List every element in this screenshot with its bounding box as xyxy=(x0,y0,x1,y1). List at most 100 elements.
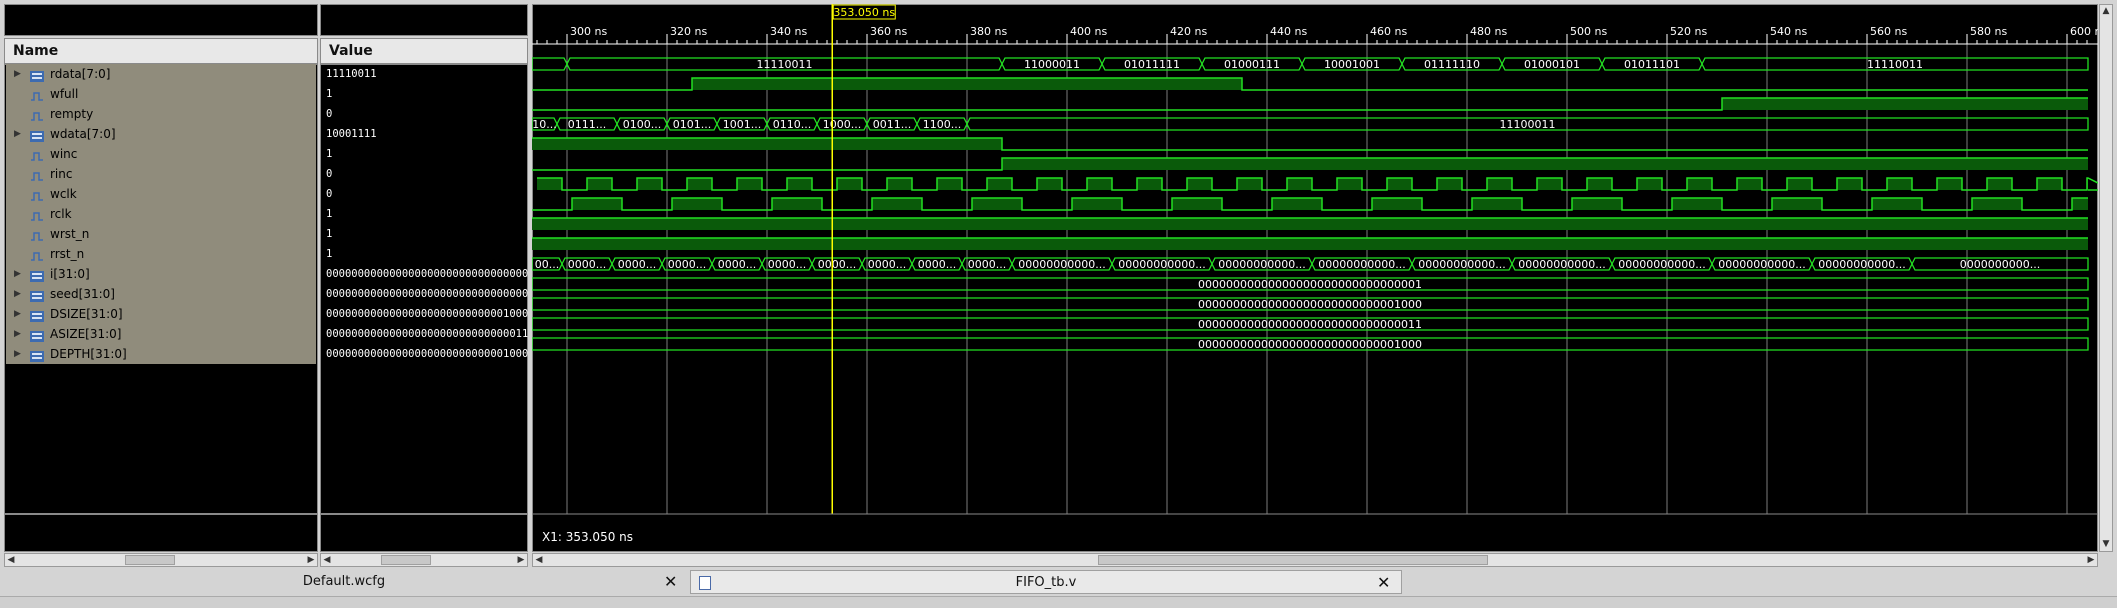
signal-row[interactable]: wclk xyxy=(6,184,316,204)
signal-row[interactable]: ▶ DEPTH[31:0] xyxy=(6,344,316,364)
expand-icon[interactable]: ▶ xyxy=(14,324,21,344)
signal-row[interactable]: rrst_n xyxy=(6,244,316,264)
scroll-right-icon[interactable]: ▶ xyxy=(2086,555,2096,565)
scroll-left-icon[interactable]: ◀ xyxy=(322,555,332,565)
rclk-fill xyxy=(2072,198,2088,210)
i-value: 0000... xyxy=(568,258,606,271)
waveform-vertical-scrollbar[interactable]: ▲ ▼ xyxy=(2099,4,2113,552)
scroll-down-icon[interactable]: ▼ xyxy=(2101,539,2111,549)
wclk-fill xyxy=(1537,178,1562,190)
scroll-right-icon[interactable]: ▶ xyxy=(306,555,316,565)
expand-icon[interactable]: ▶ xyxy=(14,344,21,364)
wclk-fill xyxy=(887,178,912,190)
time-tick-label: 340 ns xyxy=(770,25,807,38)
wclk-fill xyxy=(987,178,1012,190)
wclk-fill xyxy=(1037,178,1062,190)
signal-value: 00000000000000000000000000000000 xyxy=(326,268,528,280)
wclk-fill xyxy=(1087,178,1112,190)
value-column-header[interactable]: Value xyxy=(320,38,528,64)
signal-row[interactable]: rinc xyxy=(6,164,316,184)
signal-value: 1 xyxy=(326,88,333,100)
expand-icon[interactable]: ▶ xyxy=(14,64,21,84)
tab-default-wcfg[interactable]: Default.wcfg ✕ xyxy=(0,570,688,594)
signal-icon xyxy=(30,148,44,161)
value-panel-footer xyxy=(320,514,528,552)
signal-row[interactable]: ▶ rdata[7:0] xyxy=(6,64,316,84)
wclk-fill xyxy=(1587,178,1612,190)
scroll-up-icon[interactable]: ▲ xyxy=(2101,6,2111,16)
rempty-fill xyxy=(1722,98,2088,110)
tab-fifo-tb-v[interactable]: FIFO_tb.v ✕ xyxy=(690,570,1402,594)
signal-icon xyxy=(30,208,44,221)
scroll-thumb[interactable] xyxy=(381,555,431,565)
tab-label: Default.wcfg xyxy=(302,574,386,589)
signal-value: 10001111 xyxy=(326,128,377,140)
wdata-value: 1100... xyxy=(923,118,961,131)
rdata-value: 01111110 xyxy=(1424,58,1480,71)
signal-row[interactable]: winc xyxy=(6,144,316,164)
wclk-fill xyxy=(587,178,612,190)
signal-value: 00000000000000000000000000000000 xyxy=(326,288,528,300)
scroll-right-icon[interactable]: ▶ xyxy=(516,555,526,565)
signal-row[interactable]: wfull xyxy=(6,84,316,104)
signal-value: 00000000000000000000000000000011 xyxy=(326,328,528,340)
i-value: 0000... xyxy=(618,258,656,271)
expand-icon[interactable]: ▶ xyxy=(14,124,21,144)
name-panel-scrollbar[interactable]: ◀ ▶ xyxy=(4,553,318,567)
rclk-fill xyxy=(1072,198,1122,210)
wclk-fill xyxy=(1437,178,1462,190)
waveform-canvas[interactable]: 300 ns 320 ns 340 ns 360 ns 380 ns 400 ns 420 … xyxy=(532,4,2098,552)
rdata-value: 11110011 xyxy=(1867,58,1923,71)
signal-name: seed[31:0] xyxy=(50,287,115,301)
scroll-left-icon[interactable]: ◀ xyxy=(6,555,16,565)
signal-row[interactable]: ▶ wdata[7:0] xyxy=(6,124,316,144)
wdata-value: 1001... xyxy=(723,118,761,131)
signal-row[interactable]: rempty xyxy=(6,104,316,124)
signal-row[interactable]: ▶ DSIZE[31:0] xyxy=(6,304,316,324)
rclk-fill xyxy=(1572,198,1622,210)
scroll-thumb[interactable] xyxy=(1098,555,1488,565)
expand-icon[interactable]: ▶ xyxy=(14,284,21,304)
wclk-fill xyxy=(1737,178,1762,190)
wclk-fill xyxy=(1687,178,1712,190)
scroll-left-icon[interactable]: ◀ xyxy=(534,555,544,565)
close-icon[interactable]: ✕ xyxy=(664,570,677,594)
waveform-scrollbar[interactable]: ◀ ▶ xyxy=(532,553,2098,567)
signal-row[interactable]: ▶ seed[31:0] xyxy=(6,284,316,304)
signal-row[interactable]: wrst_n xyxy=(6,224,316,244)
signal-row[interactable]: ▶ i[31:0] xyxy=(6,264,316,284)
close-icon[interactable]: ✕ xyxy=(1377,571,1390,595)
signal-value: 1 xyxy=(326,148,333,160)
signal-name: rrst_n xyxy=(50,247,85,261)
bus-signal-icon xyxy=(30,128,44,142)
rclk-fill xyxy=(972,198,1022,210)
i-value: 0000... xyxy=(718,258,756,271)
expand-icon[interactable]: ▶ xyxy=(14,304,21,324)
wdata-value: 0111... xyxy=(568,118,606,131)
name-column-header[interactable]: Name xyxy=(4,38,318,64)
signal-name: rdata[7:0] xyxy=(50,67,111,81)
signal-icon xyxy=(30,228,44,241)
i-value: 00000000000... xyxy=(1818,258,1905,271)
value-panel-scrollbar[interactable]: ◀ ▶ xyxy=(320,553,528,567)
expand-icon[interactable]: ▶ xyxy=(14,264,21,284)
scroll-thumb[interactable] xyxy=(125,555,175,565)
wclk-fill xyxy=(937,178,962,190)
i-value: 00000000000... xyxy=(1018,258,1105,271)
signal-row[interactable]: rclk xyxy=(6,204,316,224)
wclk-fill xyxy=(1987,178,2012,190)
ASIZE-value: 00000000000000000000000000000011 xyxy=(1198,318,1422,331)
signal-row[interactable]: ▶ ASIZE[31:0] xyxy=(6,324,316,344)
wdata-value: 11100011 xyxy=(1500,118,1556,131)
signal-value: 1 xyxy=(326,228,333,240)
signal-name: wclk xyxy=(50,187,77,201)
wclk-fill xyxy=(637,178,662,190)
wclk-trace xyxy=(537,177,2098,191)
rdata-value: 11110011 xyxy=(757,58,813,71)
DSIZE-value: 00000000000000000000000000001000 xyxy=(1198,298,1422,311)
wclk-fill xyxy=(2037,178,2062,190)
i-value: 00000000000... xyxy=(1318,258,1405,271)
signal-value: 0 xyxy=(326,188,333,200)
i-value: 00000000000... xyxy=(1418,258,1505,271)
i-value: 0000... xyxy=(768,258,806,271)
